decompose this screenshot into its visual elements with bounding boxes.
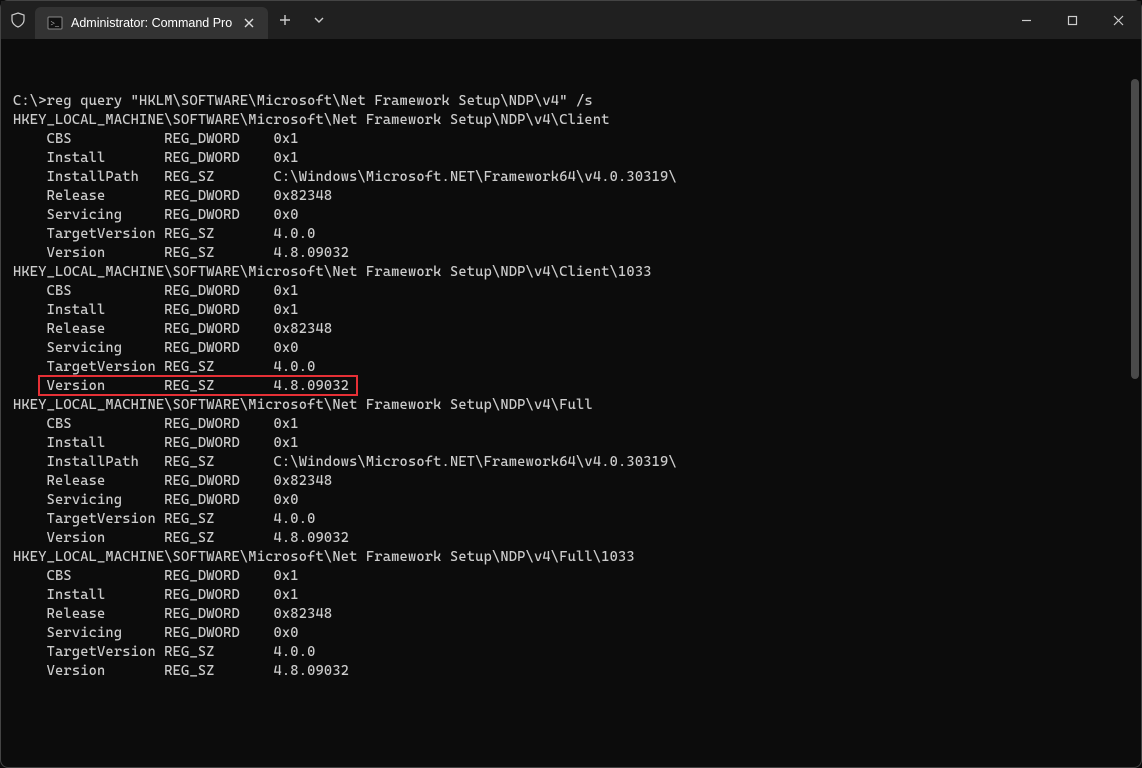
registry-value: InstallPath REG_SZ C:\Windows\Microsoft.… bbox=[13, 453, 1129, 472]
close-window-button[interactable] bbox=[1095, 1, 1141, 39]
registry-value: Version REG_SZ 4.8.09032 bbox=[13, 244, 1129, 263]
registry-value: Release REG_DWORD 0x82348 bbox=[13, 320, 1129, 339]
registry-value: Install REG_DWORD 0x1 bbox=[13, 149, 1129, 168]
close-tab-icon[interactable] bbox=[240, 14, 258, 32]
registry-value: Version REG_SZ 4.8.09032 bbox=[13, 662, 1129, 681]
registry-key: HKEY_LOCAL_MACHINE\SOFTWARE\Microsoft\Ne… bbox=[13, 548, 1129, 567]
scrollbar[interactable] bbox=[1131, 79, 1139, 379]
registry-value: Release REG_DWORD 0x82348 bbox=[13, 187, 1129, 206]
registry-key: HKEY_LOCAL_MACHINE\SOFTWARE\Microsoft\Ne… bbox=[13, 111, 1129, 130]
registry-key: HKEY_LOCAL_MACHINE\SOFTWARE\Microsoft\Ne… bbox=[13, 396, 1129, 415]
command-line: C:\>reg query "HKLM\SOFTWARE\Microsoft\N… bbox=[13, 92, 1129, 111]
registry-value: Install REG_DWORD 0x1 bbox=[13, 434, 1129, 453]
registry-value: Install REG_DWORD 0x1 bbox=[13, 586, 1129, 605]
registry-key: HKEY_LOCAL_MACHINE\SOFTWARE\Microsoft\Ne… bbox=[13, 263, 1129, 282]
tab-menu-chevron-icon[interactable] bbox=[302, 1, 336, 39]
tab-active[interactable]: >_ Administrator: Command Pro bbox=[35, 7, 268, 39]
cmd-icon: >_ bbox=[47, 15, 63, 31]
registry-value: TargetVersion REG_SZ 4.0.0 bbox=[13, 225, 1129, 244]
registry-value: Version REG_SZ 4.8.09032 bbox=[13, 529, 1129, 548]
svg-text:>_: >_ bbox=[51, 19, 61, 28]
registry-value: Servicing REG_DWORD 0x0 bbox=[13, 624, 1129, 643]
registry-value: Release REG_DWORD 0x82348 bbox=[13, 605, 1129, 624]
maximize-button[interactable] bbox=[1049, 1, 1095, 39]
minimize-button[interactable] bbox=[1003, 1, 1049, 39]
registry-value: TargetVersion REG_SZ 4.0.0 bbox=[13, 510, 1129, 529]
registry-value: CBS REG_DWORD 0x1 bbox=[13, 415, 1129, 434]
new-tab-button[interactable] bbox=[268, 1, 302, 39]
shield-icon bbox=[1, 1, 35, 39]
registry-value: Servicing REG_DWORD 0x0 bbox=[13, 491, 1129, 510]
registry-value: Version REG_SZ 4.8.09032 bbox=[13, 377, 1129, 396]
registry-value: CBS REG_DWORD 0x1 bbox=[13, 567, 1129, 586]
registry-value: Servicing REG_DWORD 0x0 bbox=[13, 339, 1129, 358]
registry-value: Servicing REG_DWORD 0x0 bbox=[13, 206, 1129, 225]
titlebar-drag-area[interactable] bbox=[336, 1, 1003, 39]
registry-value: CBS REG_DWORD 0x1 bbox=[13, 282, 1129, 301]
registry-value: CBS REG_DWORD 0x1 bbox=[13, 130, 1129, 149]
registry-value: Release REG_DWORD 0x82348 bbox=[13, 472, 1129, 491]
registry-value: InstallPath REG_SZ C:\Windows\Microsoft.… bbox=[13, 168, 1129, 187]
terminal-output[interactable]: C:\>reg query "HKLM\SOFTWARE\Microsoft\N… bbox=[1, 39, 1141, 767]
registry-value: Install REG_DWORD 0x1 bbox=[13, 301, 1129, 320]
titlebar: >_ Administrator: Command Pro bbox=[1, 1, 1141, 39]
registry-value: TargetVersion REG_SZ 4.0.0 bbox=[13, 358, 1129, 377]
tab-title: Administrator: Command Pro bbox=[71, 16, 232, 30]
registry-value: TargetVersion REG_SZ 4.0.0 bbox=[13, 643, 1129, 662]
